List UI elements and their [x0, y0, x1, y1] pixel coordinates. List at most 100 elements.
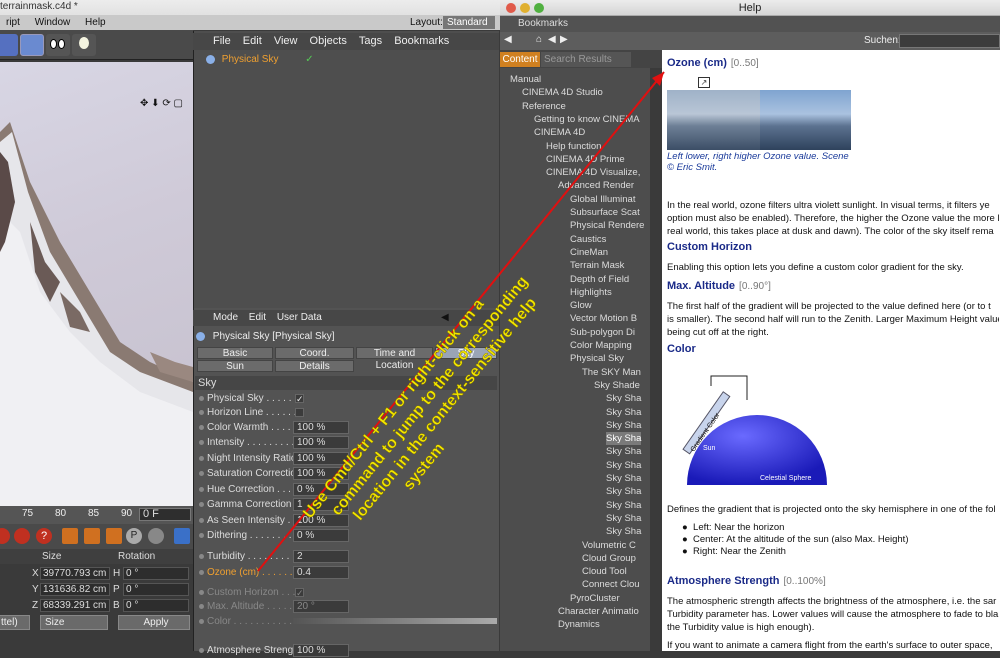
object-item-physical-sky[interactable]: Physical Sky ✓: [196, 52, 496, 67]
layout-select[interactable]: Standard: [443, 16, 495, 29]
objmenu-objects[interactable]: Objects: [310, 35, 347, 47]
param-dithering[interactable]: Dithering . . . . . . . . .0 %: [199, 528, 497, 543]
param-intensity[interactable]: Intensity . . . . . . . . . 100 %: [199, 435, 497, 450]
tree-item[interactable]: Sky Sha: [606, 472, 641, 485]
tree-item[interactable]: Caustics: [570, 233, 606, 246]
tab-search-results[interactable]: Search Results: [541, 52, 631, 67]
tree-item[interactable]: Character Animatio: [558, 605, 639, 618]
tree-item[interactable]: Sky Sha: [606, 392, 641, 405]
param-night-intensity[interactable]: Night Intensity Ratio 100 %: [199, 451, 497, 466]
tree-item[interactable]: Sky Sha: [606, 499, 641, 512]
param-horizon-line[interactable]: Horizon Line . . . . . . .: [199, 405, 497, 420]
objmenu-bookmarks[interactable]: Bookmarks: [394, 35, 449, 47]
eyes-icon[interactable]: [46, 34, 70, 56]
tree-item[interactable]: Highlights: [570, 286, 612, 299]
tree-item[interactable]: Global Illuminat: [570, 193, 635, 206]
rotate-key-icon[interactable]: [106, 528, 122, 544]
param-gamma-correction[interactable]: Gamma Correction . .1: [199, 497, 497, 512]
objmenu-file[interactable]: File: [213, 35, 231, 47]
help-tree[interactable]: Manual CINEMA 4D Studio Reference Getting t…: [500, 68, 662, 651]
viewport-nav-icons[interactable]: ✥ ⬇ ⟳ ▢: [140, 98, 183, 109]
size-z-field[interactable]: 68339.291 cm: [40, 599, 110, 612]
back-arrow-icon[interactable]: ◀: [441, 310, 449, 326]
tree-item[interactable]: Sky Shade: [594, 379, 640, 392]
tree-item[interactable]: Sky Sha: [606, 525, 641, 538]
autokey-icon[interactable]: [14, 528, 30, 544]
scale-key-icon[interactable]: [84, 528, 100, 544]
gamma-field[interactable]: 1: [293, 498, 349, 511]
tree-item[interactable]: CineMan: [570, 246, 608, 259]
param-turbidity[interactable]: Turbidity . . . . . . . . .2: [199, 549, 497, 564]
tree-item[interactable]: Advanced Render: [558, 179, 634, 192]
tree-item[interactable]: The SKY Man: [582, 366, 641, 379]
param-key-icon[interactable]: P: [126, 528, 142, 544]
param-color[interactable]: Color . . . . . . . . . . . .: [199, 614, 497, 629]
tree-item[interactable]: CINEMA 4D Prime: [546, 153, 625, 166]
tree-item[interactable]: Glow: [570, 299, 592, 312]
horizon-line-checkbox[interactable]: [295, 408, 304, 417]
tree-item[interactable]: Volumetric C: [582, 539, 636, 552]
size-x-field[interactable]: 39770.793 cm: [40, 567, 110, 580]
tree-item[interactable]: Cloud Group: [582, 552, 636, 565]
night-intensity-field[interactable]: 100 %: [293, 452, 349, 465]
attrmenu-edit[interactable]: Edit: [249, 312, 266, 323]
attrmenu-userdata[interactable]: User Data: [277, 312, 322, 323]
tab-content[interactable]: Content: [500, 52, 540, 67]
apply-button[interactable]: Apply: [118, 615, 190, 630]
frame-field[interactable]: 0 F: [139, 508, 191, 521]
intensity-field[interactable]: 100 %: [293, 436, 349, 449]
dithering-field[interactable]: 0 %: [293, 529, 349, 542]
home-icon[interactable]: ⌂: [536, 34, 542, 45]
tree-item[interactable]: Sky Sha: [606, 512, 641, 525]
max-altitude-field[interactable]: 20 °: [293, 600, 349, 613]
physical-sky-checkbox[interactable]: ✓: [295, 394, 304, 404]
close-icon[interactable]: [506, 3, 516, 13]
turbidity-field[interactable]: 2: [293, 550, 349, 563]
tree-item[interactable]: Vector Motion B: [570, 312, 637, 325]
tree-item[interactable]: Subsurface Scat: [570, 206, 640, 219]
tree-item[interactable]: Depth of Field: [570, 273, 629, 286]
tree-item[interactable]: Color Mapping: [570, 339, 632, 352]
help-search-input[interactable]: [899, 34, 1000, 48]
bookmarks-label[interactable]: Bookmarks: [518, 18, 568, 29]
tree-item[interactable]: Sky Sha: [606, 445, 641, 458]
tab-details[interactable]: Details: [275, 360, 354, 372]
tree-item[interactable]: Dynamics: [558, 618, 600, 631]
grid-key-icon[interactable]: [148, 528, 164, 544]
tree-item[interactable]: CINEMA 4D Studio: [522, 86, 603, 99]
tree-item[interactable]: Manual: [510, 73, 541, 86]
tree-item[interactable]: Sky Sha: [606, 406, 641, 419]
tree-item[interactable]: Sky Sha: [606, 485, 641, 498]
param-max-altitude[interactable]: Max. Altitude . . . . . . 20 °: [199, 599, 497, 614]
tree-item[interactable]: Reference: [522, 100, 566, 113]
param-hue-correction[interactable]: Hue Correction . . . . .0 %: [199, 482, 497, 497]
menu-help[interactable]: Help: [85, 17, 106, 28]
ozone-field[interactable]: 0.4: [293, 566, 349, 579]
tree-item[interactable]: Help function: [546, 140, 601, 153]
grid-plane-icon[interactable]: [20, 34, 44, 56]
tree-scrollbar[interactable]: [650, 68, 662, 651]
attrmenu-mode[interactable]: Mode: [213, 312, 238, 323]
objmenu-edit[interactable]: Edit: [243, 35, 262, 47]
tree-item[interactable]: Physical Rendere: [570, 219, 644, 232]
tab-time-location[interactable]: Time and Location: [356, 347, 433, 371]
rot-h-field[interactable]: 0 °: [123, 567, 189, 580]
tree-item[interactable]: Physical Sky: [570, 352, 624, 365]
tree-item[interactable]: Sky Sha: [606, 419, 641, 432]
zoom-icon[interactable]: [534, 3, 544, 13]
move-key-icon[interactable]: [62, 528, 78, 544]
hue-field[interactable]: 0 %: [293, 483, 349, 496]
tree-item[interactable]: Sub-polygon Di: [570, 326, 635, 339]
tree-item[interactable]: Sky Sha: [606, 459, 641, 472]
help-icon[interactable]: ?: [36, 528, 52, 544]
objmenu-view[interactable]: View: [274, 35, 298, 47]
menu-script[interactable]: ript: [6, 17, 20, 28]
param-saturation-correction[interactable]: Saturation Correction 100 %: [199, 466, 497, 481]
tree-item[interactable]: CINEMA 4D: [534, 126, 585, 139]
param-color-warmth[interactable]: Color Warmth . . . . . . 100 %: [199, 420, 497, 435]
saturation-field[interactable]: 100 %: [293, 467, 349, 480]
viewport-3d[interactable]: ✥ ⬇ ⟳ ▢: [0, 62, 193, 506]
timeline-icon[interactable]: [174, 528, 190, 544]
next-icon[interactable]: ▶: [560, 34, 568, 45]
minimize-icon[interactable]: [520, 3, 530, 13]
